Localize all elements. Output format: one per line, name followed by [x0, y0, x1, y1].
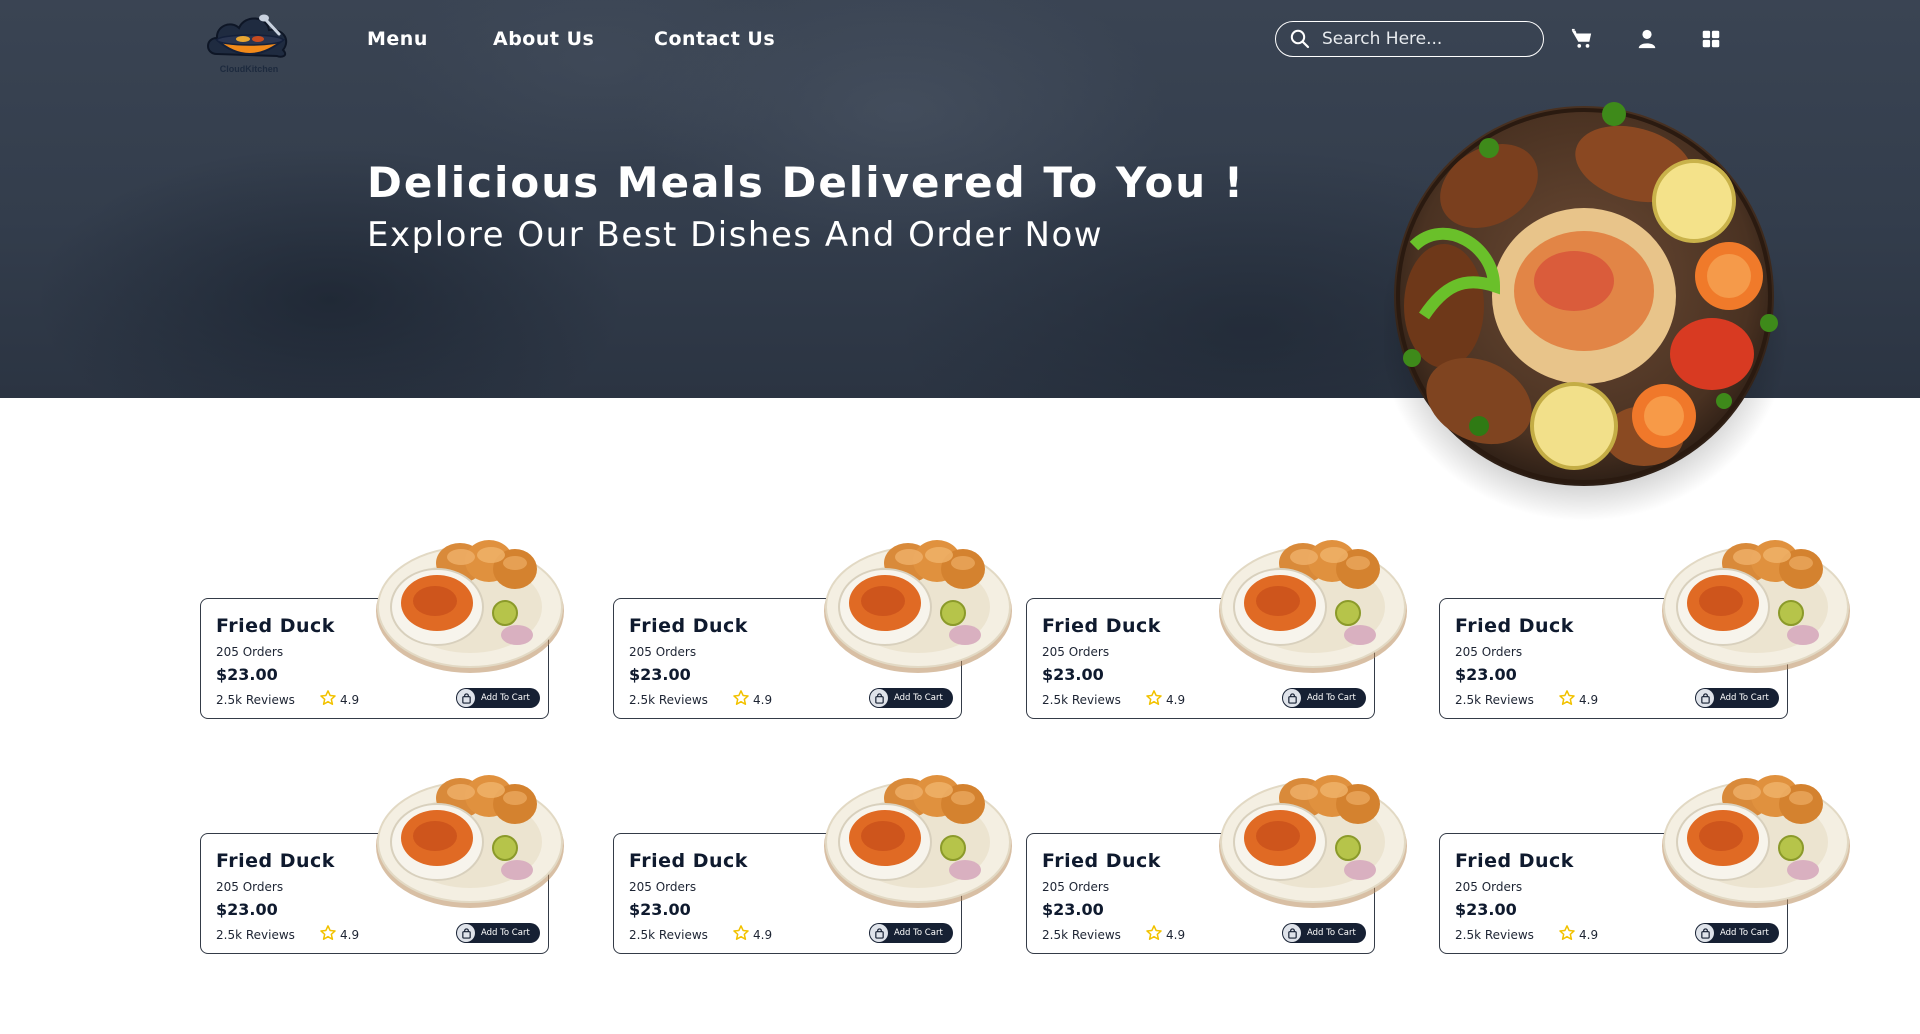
add-to-cart-label: Add To Cart	[1720, 928, 1769, 938]
add-to-cart-label: Add To Cart	[481, 928, 530, 938]
shopping-bag-icon	[870, 924, 888, 942]
hero-food-platter-image	[1384, 102, 1789, 521]
dish-reviews: 2.5k Reviews	[629, 928, 708, 942]
dish-image	[1219, 775, 1407, 908]
dish-orders: 205 Orders	[1455, 880, 1523, 894]
dish-rating: 4.9	[753, 693, 773, 707]
add-to-cart-button[interactable]: Add To Cart	[456, 923, 540, 943]
dish-name: Fried Duck	[629, 615, 748, 637]
add-to-cart-label: Add To Cart	[894, 928, 943, 938]
shopping-bag-icon	[457, 689, 475, 707]
dish-rating: 4.9	[753, 928, 773, 942]
dish-name: Fried Duck	[1042, 615, 1161, 637]
dish-reviews: 2.5k Reviews	[216, 928, 295, 942]
star-icon	[1146, 690, 1162, 705]
add-to-cart-button[interactable]: Add To Cart	[1282, 923, 1366, 943]
star-icon	[320, 690, 336, 705]
add-to-cart-button[interactable]: Add To Cart	[1695, 923, 1779, 943]
search-icon[interactable]	[1290, 29, 1310, 49]
add-to-cart-button[interactable]: Add To Cart	[1282, 688, 1366, 708]
shopping-bag-icon	[1696, 689, 1714, 707]
dish-reviews: 2.5k Reviews	[1042, 928, 1121, 942]
cart-icon[interactable]	[1571, 28, 1593, 50]
dish-rating: 4.9	[1579, 928, 1599, 942]
dish-rating: 4.9	[340, 693, 360, 707]
dish-price: $23.00	[216, 665, 278, 684]
shopping-bag-icon	[1283, 924, 1301, 942]
dish-orders: 205 Orders	[1042, 880, 1110, 894]
dish-orders: 205 Orders	[629, 880, 697, 894]
dish-name: Fried Duck	[1455, 850, 1574, 872]
dish-price: $23.00	[629, 900, 691, 919]
shopping-bag-icon	[457, 924, 475, 942]
dish-name: Fried Duck	[1042, 850, 1161, 872]
nav-about-us[interactable]: About Us	[493, 28, 594, 50]
nav-menu[interactable]: Menu	[367, 28, 428, 50]
hero-title: Delicious Meals Delivered To You !	[367, 158, 1245, 207]
dish-rating: 4.9	[340, 928, 360, 942]
dish-image	[824, 775, 1012, 908]
dish-price: $23.00	[1042, 900, 1104, 919]
dish-name: Fried Duck	[216, 850, 335, 872]
shopping-bag-icon	[1283, 689, 1301, 707]
dish-orders: 205 Orders	[1042, 645, 1110, 659]
dish-reviews: 2.5k Reviews	[629, 693, 708, 707]
dish-orders: 205 Orders	[1455, 645, 1523, 659]
add-to-cart-button[interactable]: Add To Cart	[869, 923, 953, 943]
dish-reviews: 2.5k Reviews	[1455, 928, 1534, 942]
add-to-cart-label: Add To Cart	[1307, 693, 1356, 703]
star-icon	[733, 690, 749, 705]
add-to-cart-button[interactable]: Add To Cart	[869, 688, 953, 708]
dish-image	[824, 540, 1012, 673]
add-to-cart-button[interactable]: Add To Cart	[456, 688, 540, 708]
cloud-bowl-logo-icon	[207, 14, 288, 58]
add-to-cart-label: Add To Cart	[1720, 693, 1769, 703]
add-to-cart-label: Add To Cart	[1307, 928, 1356, 938]
user-icon[interactable]	[1636, 28, 1658, 50]
dish-image	[1662, 540, 1850, 673]
dish-reviews: 2.5k Reviews	[1455, 693, 1534, 707]
dish-price: $23.00	[1455, 665, 1517, 684]
dish-image	[376, 775, 564, 908]
dish-price: $23.00	[1455, 900, 1517, 919]
shopping-bag-icon	[1696, 924, 1714, 942]
dish-orders: 205 Orders	[216, 880, 284, 894]
dish-price: $23.00	[216, 900, 278, 919]
hero-subtitle: Explore Our Best Dishes And Order Now	[367, 215, 1104, 255]
dish-price: $23.00	[1042, 665, 1104, 684]
star-icon	[733, 925, 749, 940]
dish-orders: 205 Orders	[216, 645, 284, 659]
search-bar	[1275, 21, 1544, 57]
dish-reviews: 2.5k Reviews	[216, 693, 295, 707]
dish-rating: 4.9	[1579, 693, 1599, 707]
dish-price: $23.00	[629, 665, 691, 684]
dish-reviews: 2.5k Reviews	[1042, 693, 1121, 707]
add-to-cart-label: Add To Cart	[481, 693, 530, 703]
dish-name: Fried Duck	[629, 850, 748, 872]
search-input[interactable]	[1322, 29, 1522, 49]
dish-orders: 205 Orders	[629, 645, 697, 659]
dish-rating: 4.9	[1166, 928, 1186, 942]
dish-image	[1662, 775, 1850, 908]
dish-name: Fried Duck	[216, 615, 335, 637]
star-icon	[320, 925, 336, 940]
add-to-cart-label: Add To Cart	[894, 693, 943, 703]
star-icon	[1146, 925, 1162, 940]
dish-rating: 4.9	[1166, 693, 1186, 707]
add-to-cart-button[interactable]: Add To Cart	[1695, 688, 1779, 708]
dish-image	[1219, 540, 1407, 673]
shopping-bag-icon	[870, 689, 888, 707]
dish-image	[376, 540, 564, 673]
brand-logo[interactable]: CloudKitchen	[203, 10, 295, 76]
star-icon	[1559, 925, 1575, 940]
nav-contact-us[interactable]: Contact Us	[654, 28, 775, 50]
grid-menu-icon[interactable]	[1700, 28, 1722, 50]
logo-wordmark: CloudKitchen	[219, 64, 279, 74]
star-icon	[1559, 690, 1575, 705]
dish-name: Fried Duck	[1455, 615, 1574, 637]
